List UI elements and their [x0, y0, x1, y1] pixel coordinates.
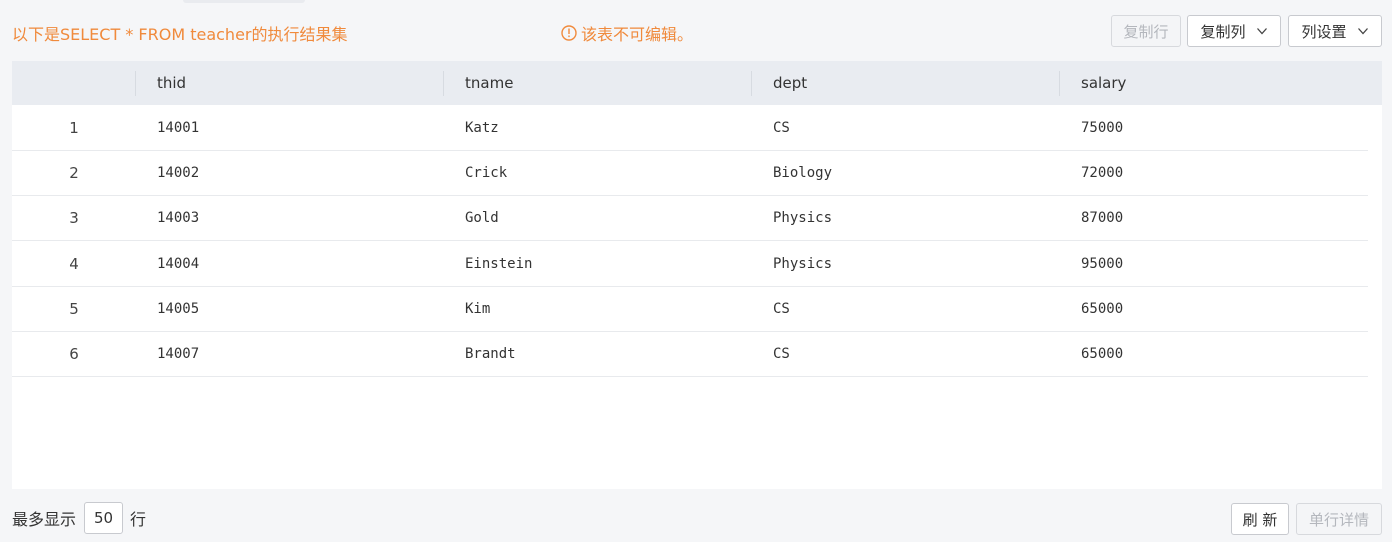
cell-dept[interactable]: CS: [773, 332, 790, 376]
column-header-dept[interactable]: dept: [773, 61, 807, 105]
row-detail-button[interactable]: 单行详情: [1296, 503, 1382, 535]
readonly-notice: 该表不可编辑。: [561, 21, 693, 45]
readonly-notice-text: 该表不可编辑。: [581, 25, 694, 44]
copy-column-label: 复制列: [1200, 22, 1246, 41]
row-index: 1: [69, 119, 79, 137]
cell-dept[interactable]: Physics: [773, 242, 832, 286]
tab-indicator: [183, 0, 305, 3]
row-index: 6: [69, 345, 79, 363]
column-divider[interactable]: [1059, 71, 1060, 96]
cell-dept[interactable]: Physics: [773, 196, 832, 240]
cell-thid[interactable]: 14007: [157, 332, 199, 376]
info-icon: [561, 25, 577, 41]
cell-tname[interactable]: Katz: [465, 106, 499, 150]
refresh-button[interactable]: 刷 新: [1231, 503, 1289, 535]
row-index: 2: [69, 164, 79, 182]
column-header-thid[interactable]: thid: [157, 61, 186, 105]
max-rows-input[interactable]: [84, 502, 123, 534]
column-header-salary[interactable]: salary: [1081, 61, 1126, 105]
cell-thid[interactable]: 14003: [157, 196, 199, 240]
result-title: 以下是SELECT * FROM teacher的执行结果集: [12, 25, 348, 44]
table-row[interactable]: 4 14004 Einstein Physics 95000: [12, 242, 1368, 287]
cell-tname[interactable]: Gold: [465, 196, 499, 240]
row-detail-label: 单行详情: [1308, 510, 1369, 529]
cell-salary[interactable]: 65000: [1081, 287, 1123, 331]
row-index: 3: [69, 209, 79, 227]
max-display-label: 最多显示: [12, 510, 77, 529]
cell-tname[interactable]: Einstein: [465, 242, 532, 286]
table-row[interactable]: 3 14003 Gold Physics 87000: [12, 196, 1368, 241]
cell-thid[interactable]: 14001: [157, 106, 199, 150]
result-table: thid tname dept salary 1 14001 Katz CS 7…: [12, 61, 1382, 489]
cell-tname[interactable]: Brandt: [465, 332, 516, 376]
copy-column-dropdown[interactable]: 复制列: [1187, 15, 1281, 47]
cell-thid[interactable]: 14004: [157, 242, 199, 286]
column-divider[interactable]: [443, 71, 444, 96]
table-row[interactable]: 2 14002 Crick Biology 72000: [12, 151, 1368, 196]
row-index: 5: [69, 300, 79, 318]
table-row[interactable]: 5 14005 Kim CS 65000: [12, 287, 1368, 332]
chevron-down-icon: [1256, 28, 1267, 35]
cell-dept[interactable]: CS: [773, 287, 790, 331]
table-row[interactable]: 6 14007 Brandt CS 65000: [12, 332, 1368, 377]
column-settings-dropdown[interactable]: 列设置: [1288, 15, 1382, 47]
cell-salary[interactable]: 87000: [1081, 196, 1123, 240]
row-index: 4: [69, 255, 79, 273]
cell-thid[interactable]: 14002: [157, 151, 199, 195]
cell-salary[interactable]: 95000: [1081, 242, 1123, 286]
cell-salary[interactable]: 75000: [1081, 106, 1123, 150]
copy-row-label: 复制行: [1123, 22, 1169, 41]
rows-unit-label: 行: [130, 510, 147, 529]
cell-dept[interactable]: CS: [773, 106, 790, 150]
cell-tname[interactable]: Crick: [465, 151, 507, 195]
cell-tname[interactable]: Kim: [465, 287, 490, 331]
cell-thid[interactable]: 14005: [157, 287, 199, 331]
cell-salary[interactable]: 72000: [1081, 151, 1123, 195]
result-toolbar: 以下是SELECT * FROM teacher的执行结果集 该表不可编辑。 复…: [0, 0, 1392, 60]
refresh-label: 刷 新: [1242, 510, 1278, 529]
column-header-tname[interactable]: tname: [465, 61, 513, 105]
chevron-down-icon: [1357, 28, 1368, 35]
copy-row-button[interactable]: 复制行: [1111, 15, 1181, 47]
cell-salary[interactable]: 65000: [1081, 332, 1123, 376]
column-divider[interactable]: [751, 71, 752, 96]
column-divider[interactable]: [135, 71, 136, 96]
table-row[interactable]: 1 14001 Katz CS 75000: [12, 106, 1368, 151]
table-header: thid tname dept salary: [12, 61, 1382, 105]
cell-dept[interactable]: Biology: [773, 151, 832, 195]
column-settings-label: 列设置: [1301, 22, 1347, 41]
